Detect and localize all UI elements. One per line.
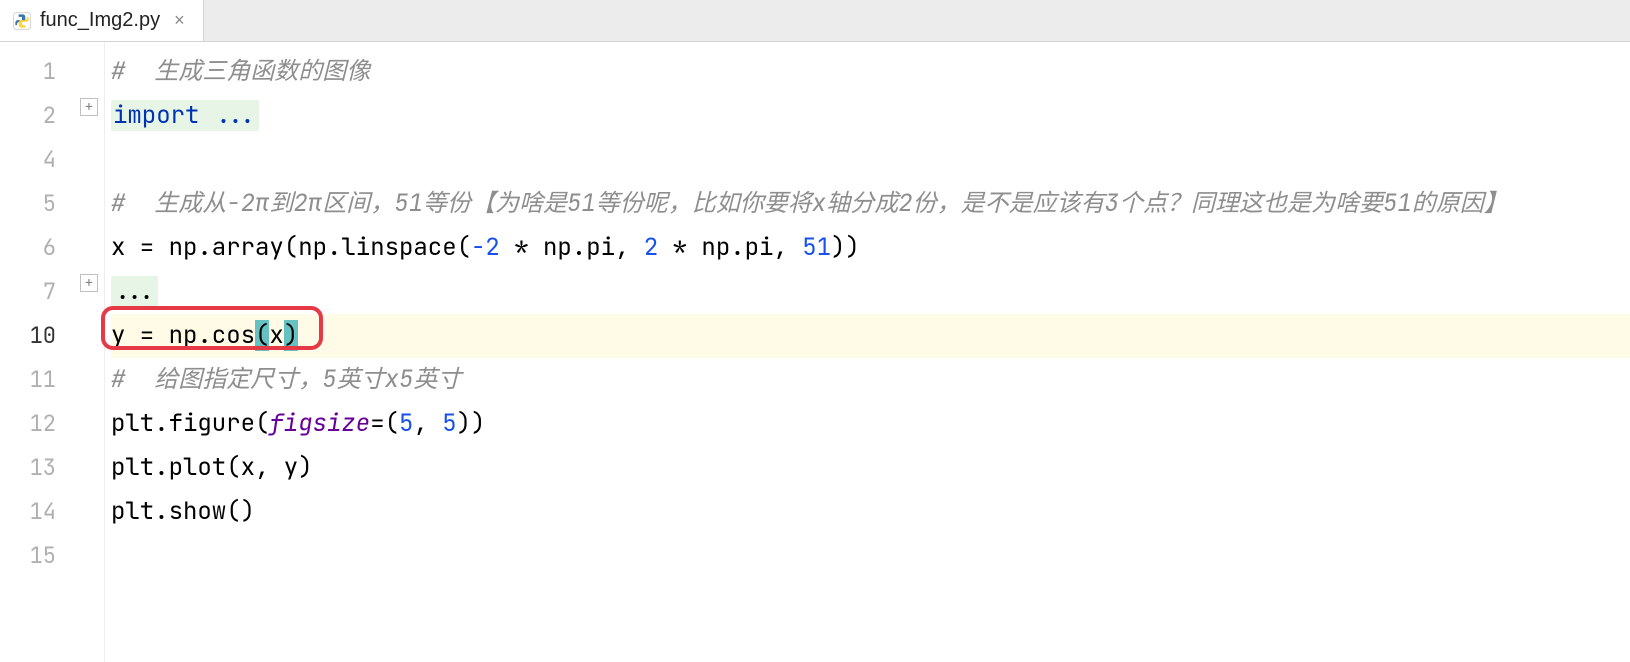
code-line[interactable] (111, 138, 1630, 182)
line-number: 4 (0, 138, 78, 182)
comment-text: # 给图指定尺寸，5英寸x5英寸 (111, 364, 461, 395)
line-number: 13 (0, 446, 78, 490)
folded-import[interactable]: import ... (111, 100, 259, 131)
code-text: plt.figure( (111, 408, 269, 439)
code-text: )) (457, 408, 486, 439)
code-text: x (269, 320, 283, 351)
code-line[interactable]: plt.plot(x, y) (111, 446, 1630, 490)
code-text: )) (831, 232, 860, 263)
number-literal: 2 (644, 232, 658, 263)
file-tab[interactable]: func_Img2.py × (0, 0, 204, 41)
line-number: 11 (0, 358, 78, 402)
code-text: , (413, 408, 442, 439)
line-number: 7 (0, 270, 78, 314)
code-line[interactable]: import ... (111, 94, 1630, 138)
code-text: x = np.array(np.linspace( (111, 232, 471, 263)
code-text: * np.pi, (658, 232, 802, 263)
code-text: y = np.cos (111, 320, 255, 351)
line-number: 2 (0, 94, 78, 138)
code-area[interactable]: # 生成三角函数的图像 import ... # 生成从-2π到2π区间，51等… (104, 42, 1630, 662)
bracket-match: ( (255, 320, 269, 351)
line-number: 14 (0, 490, 78, 534)
code-line-current[interactable]: y = np.cos(x) (111, 314, 1630, 358)
code-line[interactable]: x = np.array(np.linspace(-2 * np.pi, 2 *… (111, 226, 1630, 270)
comment-text: # 生成三角函数的图像 (111, 56, 370, 87)
tab-bar: func_Img2.py × (0, 0, 1630, 42)
close-icon[interactable]: × (168, 10, 191, 31)
number-literal: 5 (399, 408, 413, 439)
number-literal: 51 (802, 232, 831, 263)
bracket-match: ) (284, 320, 298, 351)
line-number: 12 (0, 402, 78, 446)
comment-text: # 生成从-2π到2π区间，51等份【为啥是51等份呢，比如你要将x轴分成2份，… (111, 188, 1508, 219)
line-number: 6 (0, 226, 78, 270)
code-line[interactable]: # 给图指定尺寸，5英寸x5英寸 (111, 358, 1630, 402)
code-line[interactable] (111, 534, 1630, 578)
code-line[interactable]: # 生成从-2π到2π区间，51等份【为啥是51等份呢，比如你要将x轴分成2份，… (111, 182, 1630, 226)
editor: 1 2 4 5 6 7 10 11 12 13 14 15 + + # 生成三角… (0, 42, 1630, 662)
fold-expand-icon[interactable]: + (80, 98, 98, 116)
code-text: =( (370, 408, 399, 439)
line-number: 5 (0, 182, 78, 226)
code-line[interactable]: plt.show() (111, 490, 1630, 534)
code-text: plt.show() (111, 496, 255, 527)
kwarg: figsize (269, 408, 370, 439)
number-literal: -2 (471, 232, 500, 263)
code-line[interactable]: ... (111, 270, 1630, 314)
code-text: * np.pi, (500, 232, 644, 263)
python-file-icon (12, 11, 32, 31)
number-literal: 5 (442, 408, 456, 439)
fold-expand-icon[interactable]: + (80, 274, 98, 292)
folded-region[interactable]: ... (111, 276, 158, 307)
line-number: 10 (0, 314, 78, 358)
line-number-gutter: 1 2 4 5 6 7 10 11 12 13 14 15 (0, 42, 78, 662)
fold-column: + + (78, 42, 104, 662)
tab-filename: func_Img2.py (40, 9, 160, 32)
code-text: plt.plot(x, y) (111, 452, 313, 483)
code-line[interactable]: plt.figure(figsize=(5, 5)) (111, 402, 1630, 446)
line-number: 1 (0, 50, 78, 94)
line-number: 15 (0, 534, 78, 578)
code-line[interactable]: # 生成三角函数的图像 (111, 50, 1630, 94)
